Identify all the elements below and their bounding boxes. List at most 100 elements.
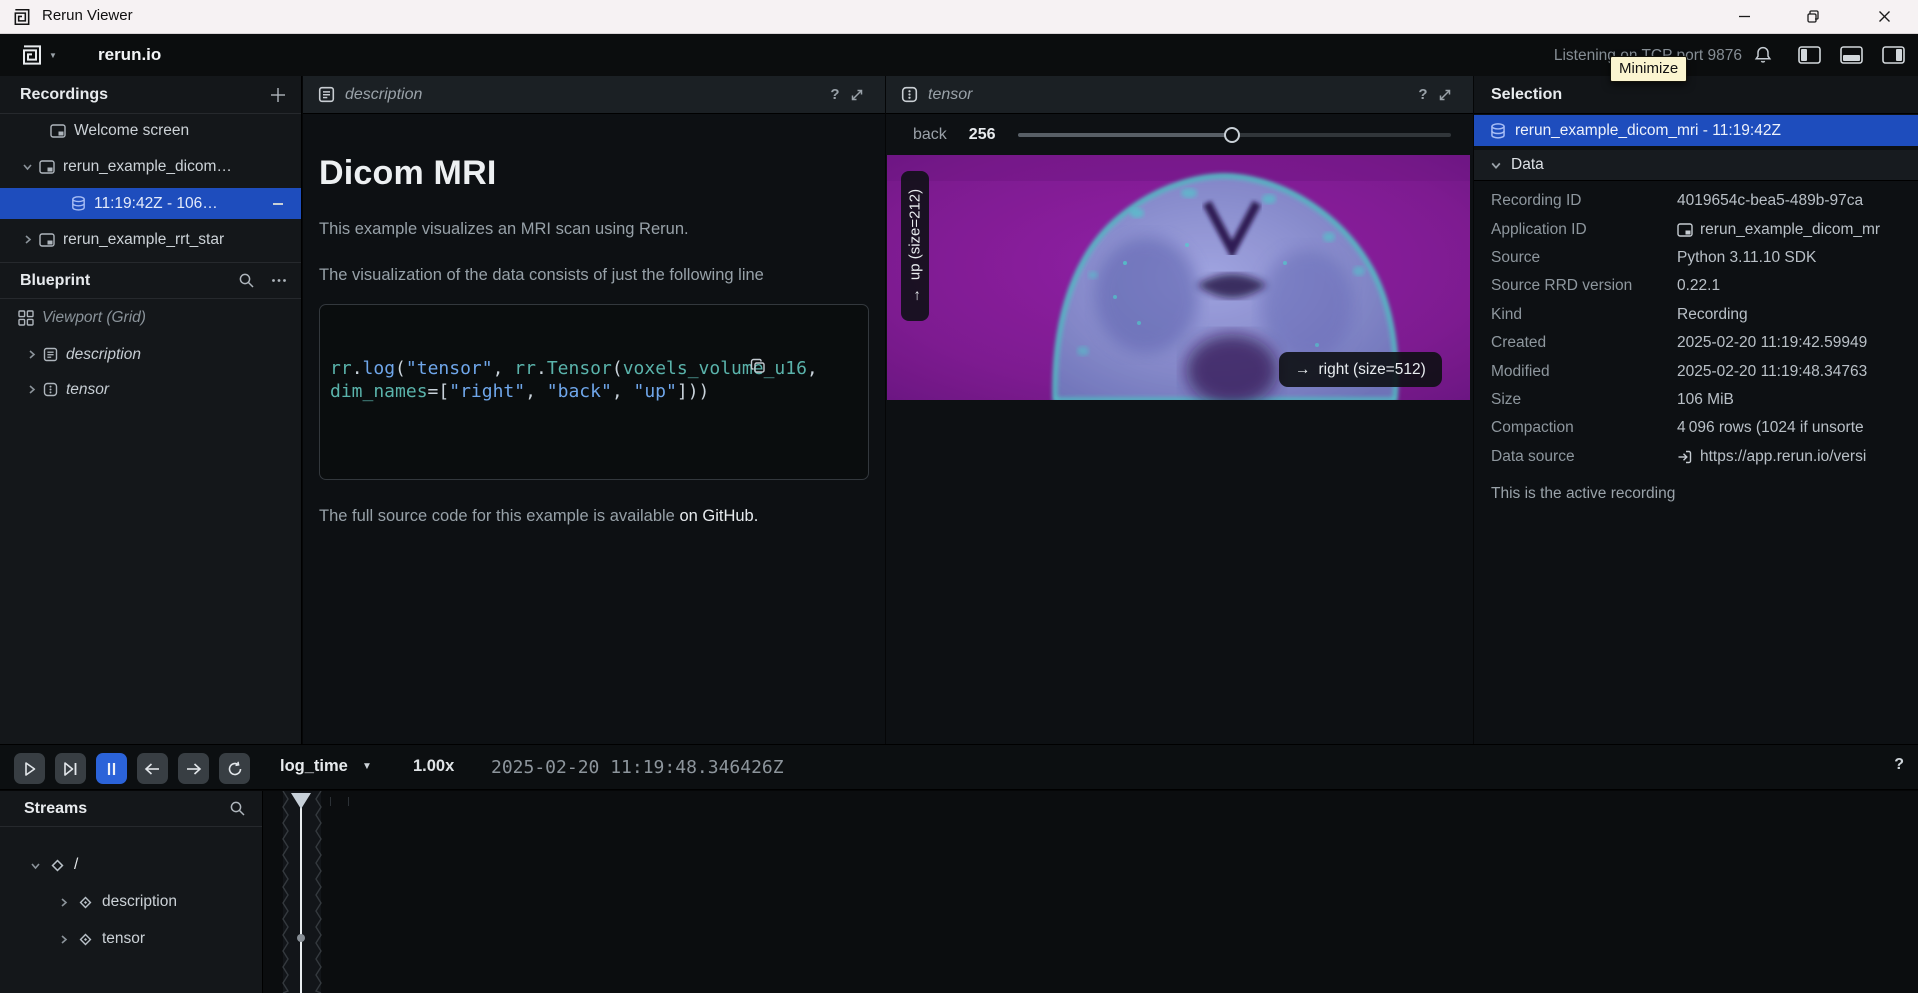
slider-handle[interactable] xyxy=(1224,127,1240,143)
code-block: rr.log("tensor", rr.Tensor(voxels_volume… xyxy=(319,304,869,480)
blueprint-item-label: tensor xyxy=(66,381,109,399)
property-label: Modified xyxy=(1491,363,1677,381)
paragraph: This example visualizes an MRI scan usin… xyxy=(319,220,869,239)
streams-panel: Streams / d xyxy=(0,791,1918,993)
property-label: Compaction xyxy=(1491,419,1677,437)
slice-slider[interactable] xyxy=(1018,127,1452,143)
selected-recording-row[interactable]: rerun_example_dicom_mri - 11:19:42Z xyxy=(1474,115,1918,146)
window-minimize-button[interactable] xyxy=(1718,0,1770,33)
toggle-right-panel-button[interactable] xyxy=(1882,46,1905,64)
play-button[interactable] xyxy=(14,753,45,784)
chevron-right-icon[interactable] xyxy=(26,384,37,395)
selection-panel: Selection rerun_example_dicom_mri - 11:1… xyxy=(1474,76,1918,744)
expand-panel-icon[interactable] xyxy=(1437,87,1465,103)
recording-properties: Recording ID 4019654c-bea5-489b-97ca App… xyxy=(1474,151,1918,503)
selection-title: Selection xyxy=(1491,86,1562,104)
help-icon[interactable]: ? xyxy=(1409,86,1437,103)
add-recording-button[interactable] xyxy=(269,86,287,104)
mri-slice-view[interactable]: → up (size=212) →right (size=512) xyxy=(887,155,1470,400)
recording-item-selected[interactable]: 11:19:42Z - 106… xyxy=(0,188,301,219)
chevron-down-icon[interactable] xyxy=(30,860,41,871)
entity-diamond-dot-icon xyxy=(78,932,93,947)
more-options-icon[interactable] xyxy=(271,278,287,283)
table-row: Size 106 MiB xyxy=(1474,386,1918,414)
stream-item-label: description xyxy=(102,893,177,911)
playback-speed[interactable]: 1.00x xyxy=(413,757,454,776)
app-menu-button[interactable]: ▼ xyxy=(20,43,57,67)
axis-badge-right: →right (size=512) xyxy=(1279,352,1442,387)
expand-panel-icon[interactable] xyxy=(849,87,877,103)
recordings-title: Recordings xyxy=(20,86,269,104)
timeline-selector[interactable]: log_time xyxy=(280,757,348,776)
blueprint-item-label: description xyxy=(66,346,141,364)
recording-item-welcome[interactable]: Welcome screen xyxy=(0,115,301,146)
time-control-bar: log_time ▼ 1.00x 2025-02-20 11:19:48.346… xyxy=(0,744,1918,790)
axis-badge-label: right (size=512) xyxy=(1319,361,1426,379)
search-icon[interactable] xyxy=(229,800,246,817)
help-icon[interactable]: ? xyxy=(821,86,849,103)
stream-item-tensor[interactable]: tensor xyxy=(0,924,262,954)
recording-item-label: Welcome screen xyxy=(74,122,189,140)
stream-root-item[interactable]: / xyxy=(0,850,262,880)
database-icon xyxy=(71,196,86,211)
chevron-right-icon[interactable] xyxy=(58,934,69,945)
property-value[interactable]: https://app.rerun.io/versi xyxy=(1700,448,1866,466)
chevron-right-icon[interactable] xyxy=(26,349,37,360)
github-link[interactable]: on GitHub. xyxy=(679,507,758,525)
pause-button[interactable] xyxy=(96,753,127,784)
chevron-down-icon: ▼ xyxy=(49,51,57,60)
toggle-bottom-panel-button[interactable] xyxy=(1840,46,1863,64)
entity-diamond-icon xyxy=(50,858,65,873)
table-row: Compaction 4 096 rows (1024 if unsorte xyxy=(1474,414,1918,442)
loop-button[interactable] xyxy=(219,753,250,784)
chevron-down-icon[interactable]: ▼ xyxy=(362,761,372,772)
blueprint-item-description[interactable]: description xyxy=(0,339,301,370)
step-forward-button[interactable] xyxy=(55,753,86,784)
chevron-right-icon[interactable] xyxy=(22,234,33,245)
recording-item-rrt-star[interactable]: rerun_example_rrt_star xyxy=(0,224,301,255)
property-value: rerun_example_dicom_mr xyxy=(1700,221,1880,239)
property-value: 4 096 rows (1024 if unsorte xyxy=(1677,419,1864,437)
grid-icon xyxy=(18,310,34,326)
app-window-icon xyxy=(39,160,55,174)
property-label: Application ID xyxy=(1491,221,1677,239)
tensor-panel-header[interactable]: tensor ? xyxy=(886,76,1473,114)
description-panel-header[interactable]: description ? xyxy=(303,76,885,114)
entity-diamond-dot-icon xyxy=(78,895,93,910)
window-close-button[interactable] xyxy=(1858,0,1910,33)
blueprint-viewport-item[interactable]: Viewport (Grid) xyxy=(0,302,301,333)
property-value: 2025-02-20 11:19:42.59949 xyxy=(1677,334,1867,352)
paragraph: The visualization of the data consists o… xyxy=(319,266,869,285)
rerun-logo-icon xyxy=(20,43,44,67)
time-scrubber-line[interactable] xyxy=(300,793,302,993)
left-sidebar: Recordings Welcome screen rerun_example_… xyxy=(0,76,302,744)
notifications-bell-icon[interactable] xyxy=(1753,45,1773,65)
recordings-header: Recordings xyxy=(0,76,301,114)
window-title: Rerun Viewer xyxy=(42,7,133,24)
chevron-right-icon[interactable] xyxy=(58,897,69,908)
close-recording-icon[interactable] xyxy=(271,197,285,211)
selected-recording-label: rerun_example_dicom_mri - 11:19:42Z xyxy=(1515,122,1781,140)
recording-item-dicom[interactable]: rerun_example_dicom… xyxy=(0,151,301,182)
step-back-button[interactable] xyxy=(137,753,168,784)
step-next-button[interactable] xyxy=(178,753,209,784)
toggle-left-panel-button[interactable] xyxy=(1798,46,1821,64)
active-recording-note: This is the active recording xyxy=(1474,485,1918,503)
blueprint-item-tensor[interactable]: tensor xyxy=(0,374,301,405)
chevron-down-icon[interactable] xyxy=(22,161,33,172)
copy-code-icon[interactable] xyxy=(750,312,858,420)
table-row: Created 2025-02-20 11:19:42.59949 xyxy=(1474,329,1918,357)
panel-title: tensor xyxy=(928,86,972,104)
time-scrubber-handle[interactable] xyxy=(291,793,311,809)
help-icon[interactable]: ? xyxy=(1894,756,1904,774)
window-maximize-button[interactable] xyxy=(1787,0,1839,33)
table-row: Source Python 3.11.10 SDK xyxy=(1474,244,1918,272)
stream-item-description[interactable]: description xyxy=(0,887,262,917)
search-icon[interactable] xyxy=(238,272,255,289)
property-label: Recording ID xyxy=(1491,192,1677,210)
axis-badge-label: up (size=212) xyxy=(907,189,924,280)
description-content: Dicom MRI This example visualizes an MRI… xyxy=(303,114,885,744)
up-arrow-icon: → xyxy=(907,288,924,303)
recording-item-label: rerun_example_rrt_star xyxy=(63,231,224,249)
blueprint-title: Blueprint xyxy=(20,272,238,290)
